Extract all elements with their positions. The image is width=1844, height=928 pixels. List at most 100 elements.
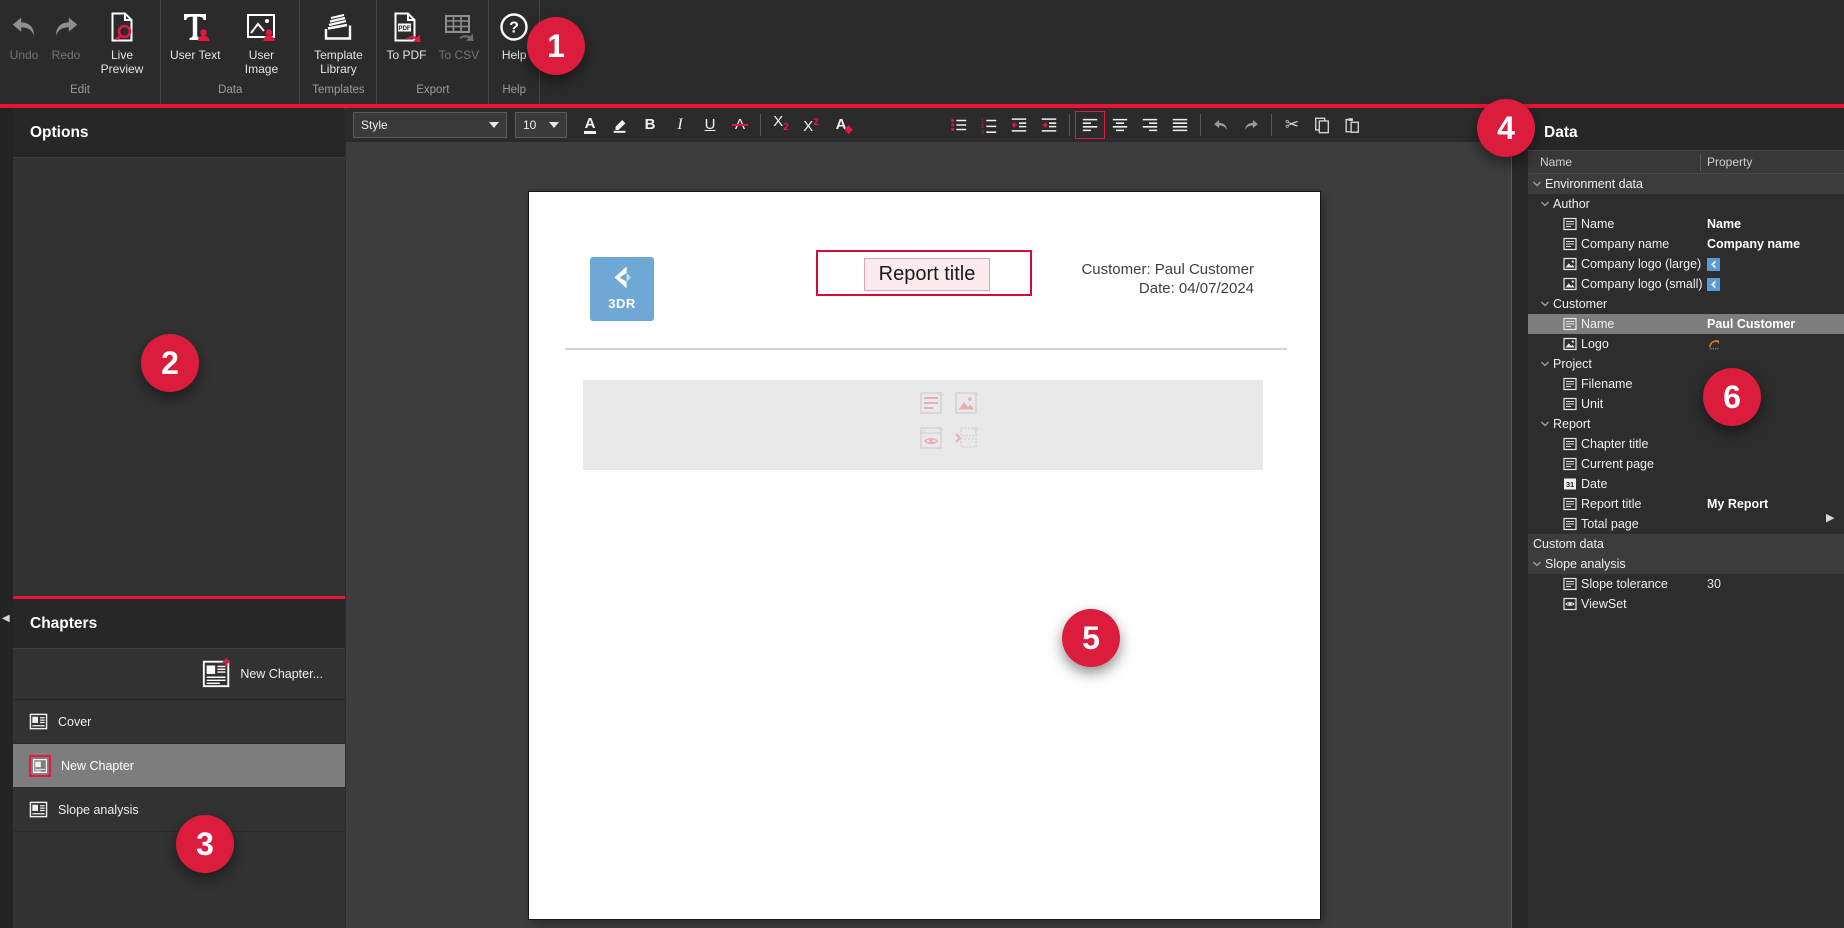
copy-icon [1313,116,1331,134]
data-tree-row-environment-data[interactable]: Environment data [1528,174,1844,194]
ribbon-group-label: Templates [303,84,373,104]
align-left-button[interactable] [1075,111,1105,139]
data-tree-row-name[interactable]: NamePaul Customer [1528,314,1844,334]
add-view-placeholder-icon[interactable] [919,425,945,451]
to-pdf-button[interactable]: PDFTo PDF [380,0,432,84]
ribbon-button-label: Redo [52,48,81,62]
data-tree-label: Chapter title [1581,437,1648,451]
new-chapter-row: New Chapter... [13,649,345,700]
italic-button[interactable]: I [665,111,695,139]
strikethrough-button[interactable]: A [725,111,755,139]
chapter-item-label: Cover [58,715,91,729]
font-color-button[interactable]: A [575,111,605,139]
font-size-select[interactable]: 10 [515,112,567,138]
style-select-value: Style [361,118,388,132]
data-tree-row-project[interactable]: Project [1528,354,1844,374]
new-chapter-button[interactable]: New Chapter... [201,657,323,692]
expander-chevron-icon[interactable] [1539,299,1551,309]
data-column-header: Name Property [1528,150,1844,174]
data-tree-row-current-page[interactable]: Current page [1528,454,1844,474]
expander-chevron-icon[interactable] [1539,419,1551,429]
data-tree-row-date[interactable]: 31Date [1528,474,1844,494]
chapter-item-slope-analysis[interactable]: Slope analysis [13,788,345,832]
align-center-button[interactable] [1105,111,1135,139]
expander-chevron-icon[interactable] [1531,179,1543,189]
ribbon-group-label: Edit [3,84,157,104]
clear-formatting-button[interactable]: A [826,111,856,139]
chapter-page-icon [29,712,48,731]
data-tree-row-logo[interactable]: Logo [1528,334,1844,354]
live-preview-button[interactable]: Live Preview [87,0,157,84]
data-tree-label: ViewSet [1581,597,1627,611]
underline-button[interactable]: U [695,111,725,139]
ribbon-button-label: To CSV [438,48,479,62]
chapter-item-new-chapter[interactable]: New Chapter [13,744,345,788]
redo-small-button[interactable] [1236,111,1266,139]
data-tree-label: Company name [1581,237,1669,251]
customer-info-block[interactable]: Customer: Paul Customer Date: 04/07/2024 [1039,260,1254,298]
data-tree-row-company-logo-large-[interactable]: Company logo (large) [1528,254,1844,274]
data-tree-label: Slope tolerance [1581,577,1668,591]
chapter-item-cover[interactable]: Cover [13,700,345,744]
data-tree-row-chapter-title[interactable]: Chapter title [1528,434,1844,454]
annotation-badge-6: 6 [1703,368,1761,426]
cut-button[interactable]: ✂ [1277,111,1307,139]
template-library-button[interactable]: Template Library [303,0,373,84]
company-logo-3dr[interactable]: 3DR [590,257,654,321]
data-tree-row-company-logo-small-[interactable]: Company logo (small) [1528,274,1844,294]
highlight-button[interactable] [605,111,635,139]
text-field-icon [1561,217,1579,231]
ribbon-button-label: Undo [10,48,39,62]
data-tree-row-unit[interactable]: Unit [1528,394,1844,414]
add-viewset-placeholder-icon[interactable] [954,425,980,451]
numbered-list-button[interactable]: 123 [974,111,1004,139]
data-tree-row-report-title[interactable]: Report titleMy Report [1528,494,1844,514]
collapse-left-icon[interactable]: ◀ [2,613,10,624]
undo-small-button[interactable] [1206,111,1236,139]
font-color-icon: A [584,117,597,134]
data-tree-row-viewset[interactable]: ViewSet [1528,594,1844,614]
data-tree-label: Report [1553,417,1591,431]
style-select[interactable]: Style [353,112,507,138]
data-tree-row-name[interactable]: NameName [1528,214,1844,234]
increase-indent-button[interactable] [1034,111,1064,139]
left-collapse-strip[interactable]: ◀ [0,108,13,928]
superscript-button[interactable]: X2 [796,111,826,139]
column-divider[interactable] [1700,154,1701,171]
expander-chevron-icon[interactable] [1539,359,1551,369]
ribbon-toolbar: Undo Redo Live PreviewEdit User TextUser Im… [0,0,1844,104]
add-image-placeholder-icon[interactable] [954,390,980,416]
text-field-icon [1561,457,1579,471]
align-right-button[interactable] [1135,111,1165,139]
bullet-list-button[interactable] [944,111,974,139]
data-tree-row-customer[interactable]: Customer [1528,294,1844,314]
collapse-right-icon[interactable]: ▶ [1826,511,1834,524]
data-tree-row-report[interactable]: Report [1528,414,1844,434]
add-text-placeholder-icon[interactable] [919,390,945,416]
data-tree-row-slope-tolerance[interactable]: Slope tolerance30 [1528,574,1844,594]
subscript-button[interactable]: X2 [766,111,796,139]
user-image-button[interactable]: User Image [226,0,296,84]
report-title-box[interactable]: Report title [816,250,1032,296]
content-placeholder-block[interactable] [583,380,1263,470]
data-tree-row-filename[interactable]: Filename [1528,374,1844,394]
report-title-field[interactable]: Report title [864,258,990,291]
strikethrough-icon: A [735,116,745,134]
paste-button[interactable] [1337,111,1367,139]
justify-button[interactable] [1165,111,1195,139]
data-tree-label: Unit [1581,397,1603,411]
data-tree-row-custom-data[interactable]: Custom data [1528,534,1844,554]
decrease-indent-button[interactable] [1004,111,1034,139]
user-text-button[interactable]: User Text [164,0,226,84]
data-tree-label: Customer [1553,297,1607,311]
ribbon-group-edit: Undo Redo Live PreviewEdit [0,0,161,104]
outdent-icon [1010,116,1028,134]
data-tree-row-slope-analysis[interactable]: Slope analysis [1528,554,1844,574]
bold-button[interactable]: B [635,111,665,139]
data-tree-row-total-page[interactable]: Total page [1528,514,1844,534]
expander-chevron-icon[interactable] [1531,559,1543,569]
copy-button[interactable] [1307,111,1337,139]
data-tree-row-company-name[interactable]: Company nameCompany name [1528,234,1844,254]
expander-chevron-icon[interactable] [1539,199,1551,209]
data-tree-row-author[interactable]: Author [1528,194,1844,214]
